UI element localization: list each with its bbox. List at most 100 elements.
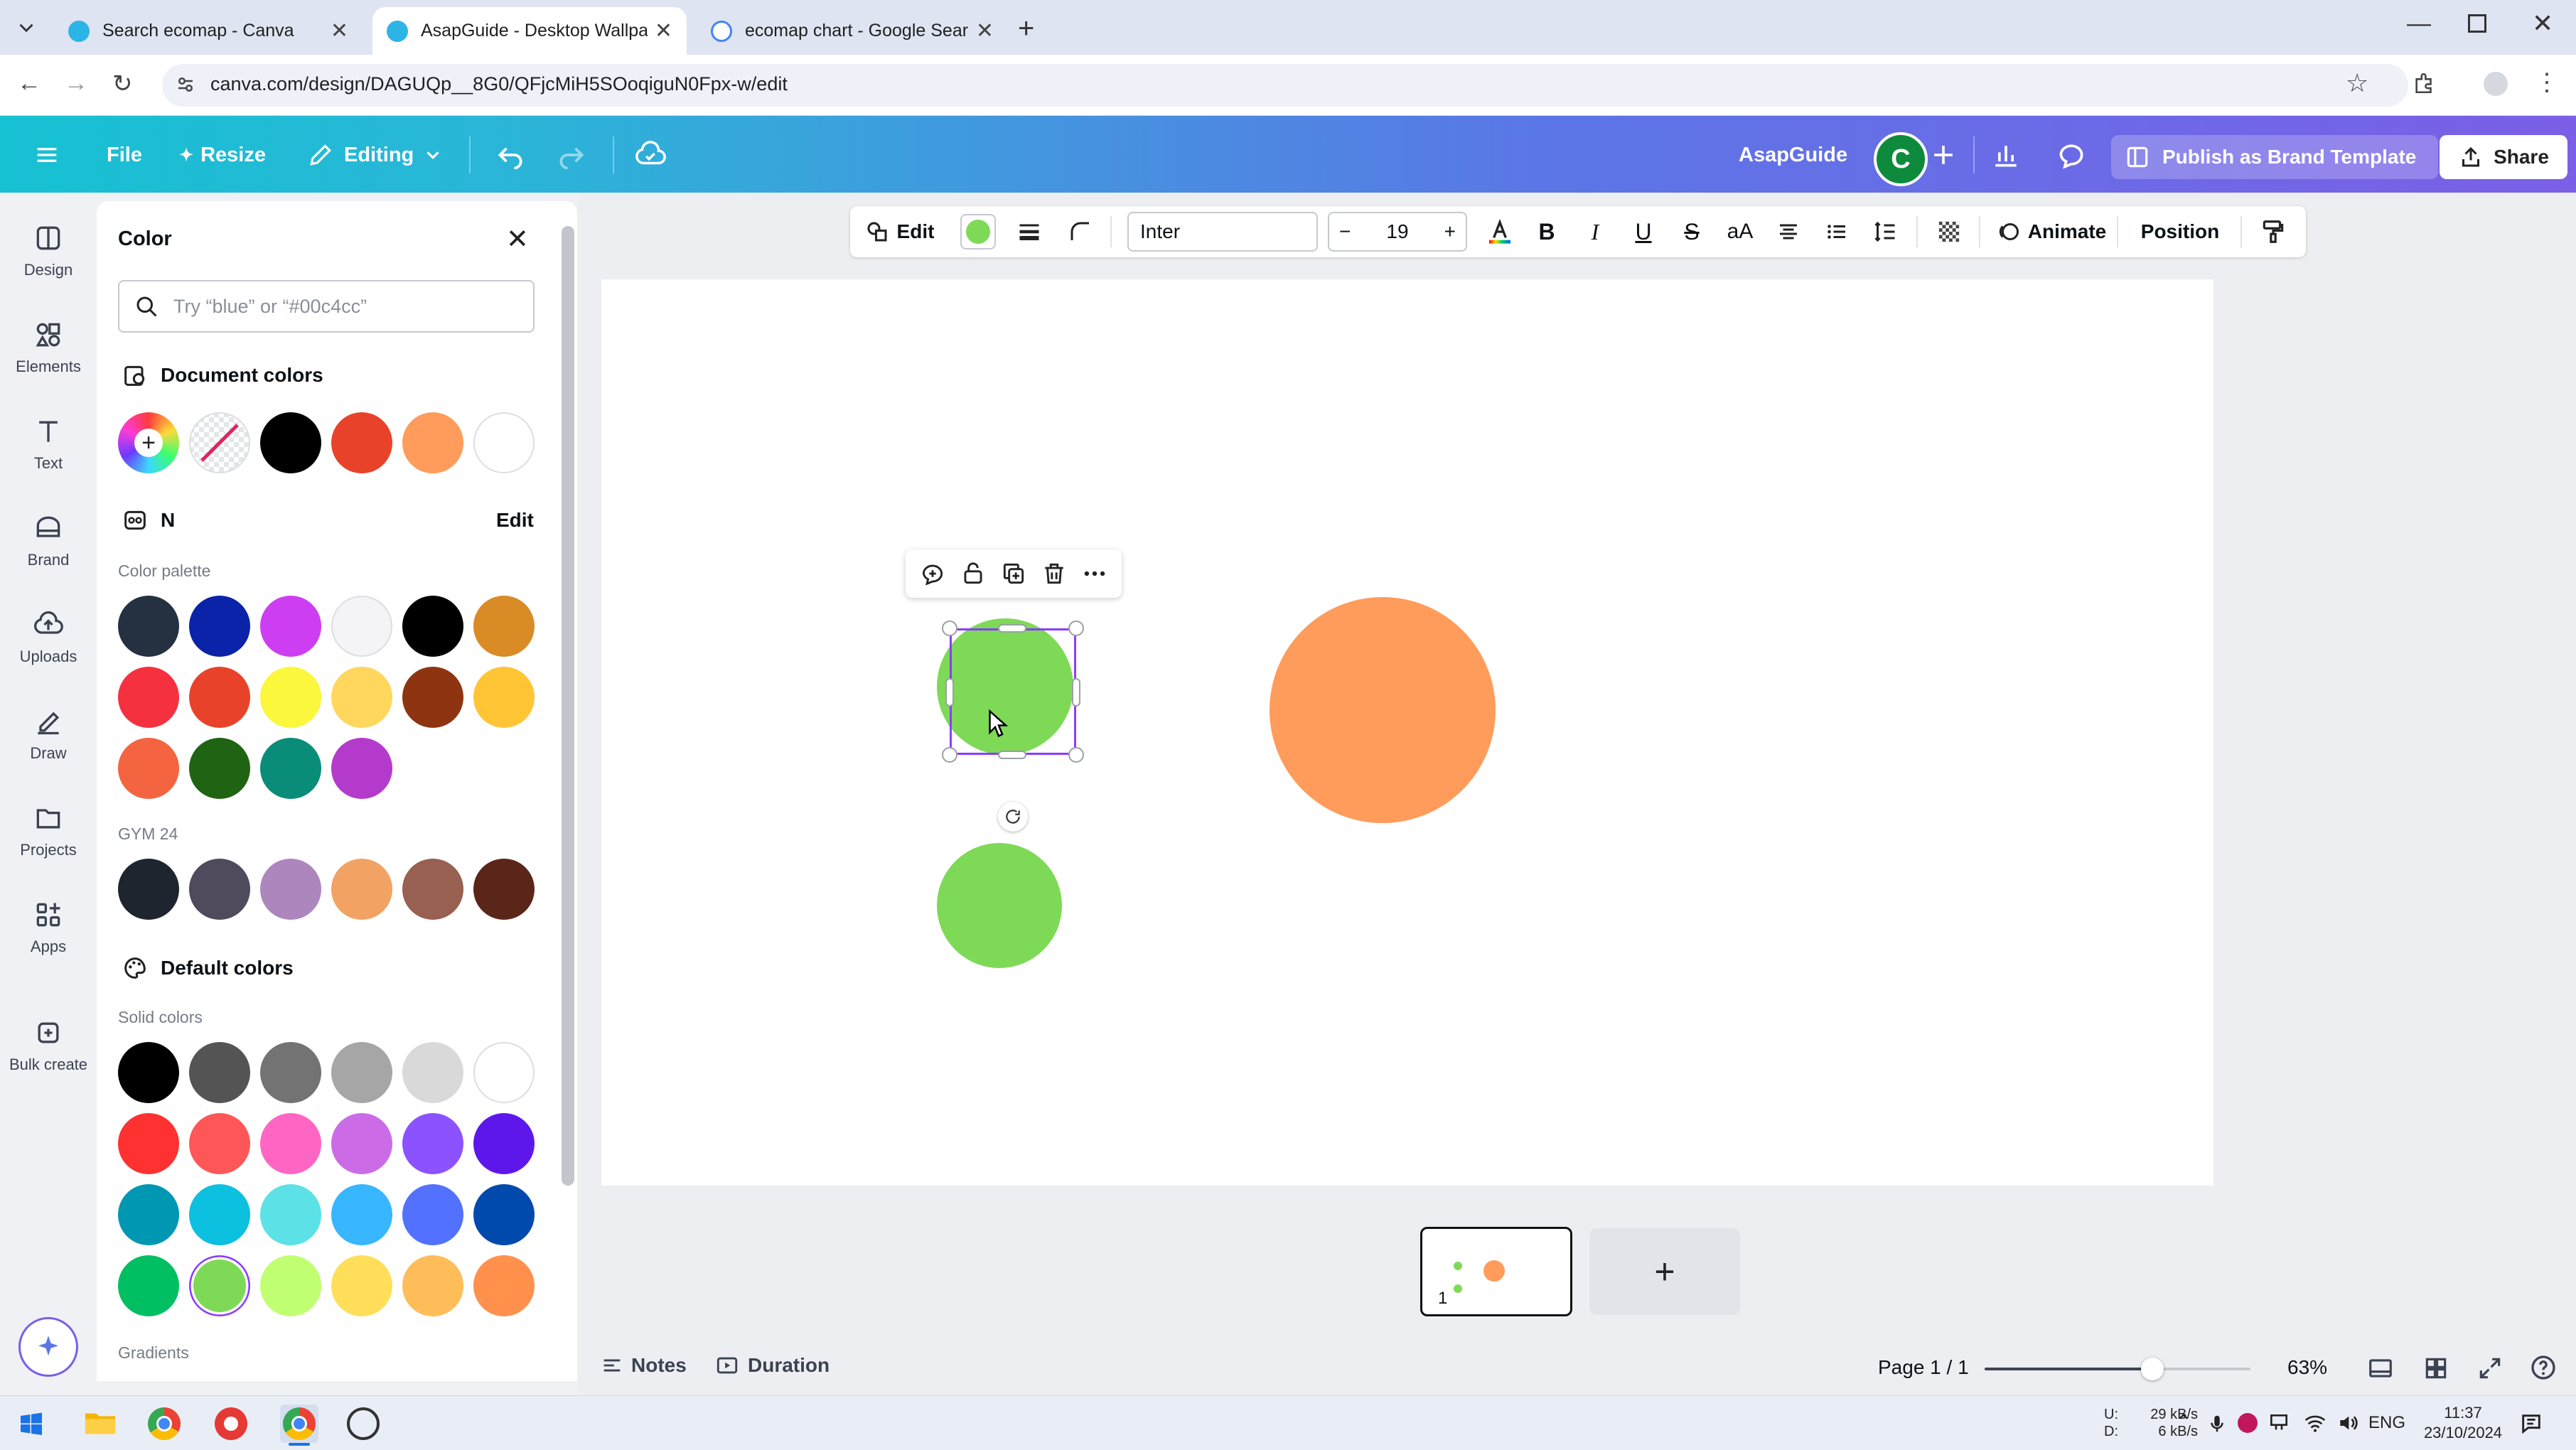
document-swatch-e8432a[interactable] — [331, 412, 392, 473]
underline-icon[interactable]: U — [1624, 206, 1663, 257]
palette-swatch-253041[interactable] — [118, 596, 179, 657]
animate-button[interactable]: Animate — [1990, 206, 2111, 257]
microphone-icon[interactable] — [2206, 1412, 2228, 1436]
palette-swatch-b43acc[interactable] — [331, 738, 392, 799]
active-chrome-window[interactable] — [280, 1405, 318, 1446]
browser-tab-1[interactable]: Search ecomap - Canva ✕ — [54, 7, 363, 55]
zoom-slider-track[interactable] — [1985, 1358, 2250, 1380]
resize-handle-bottom-right[interactable] — [1068, 747, 1084, 763]
browser-menu-icon[interactable]: ⋮ — [2535, 68, 2559, 97]
help-icon[interactable] — [2529, 1353, 2558, 1382]
tab-search-icon[interactable] — [14, 16, 38, 40]
solid-swatch-cb6ce6[interactable] — [331, 1113, 392, 1174]
gym-swatch-ad86be[interactable] — [260, 859, 321, 920]
user-avatar[interactable]: C — [1874, 132, 1928, 186]
extensions-icon[interactable] — [2413, 71, 2437, 95]
solid-swatch-0cc0df[interactable] — [189, 1184, 250, 1245]
brand-kit-edit-link[interactable]: Edit — [496, 509, 534, 532]
close-window-icon[interactable]: ✕ — [2532, 9, 2553, 38]
rail-item-elements[interactable]: Elements — [0, 319, 97, 376]
palette-swatch-8e3410[interactable] — [402, 667, 463, 728]
solid-swatch-a6a6a6[interactable] — [331, 1042, 392, 1103]
gym-swatch-976050[interactable] — [402, 859, 463, 920]
palette-swatch-ffd75c[interactable] — [331, 667, 392, 728]
orange-circle[interactable] — [1270, 597, 1496, 823]
solid-swatch-5ce1e6[interactable] — [260, 1184, 321, 1245]
obs-app-icon[interactable] — [347, 1407, 380, 1440]
reload-icon[interactable]: ↻ — [112, 70, 133, 98]
chrome-icon[interactable] — [148, 1407, 181, 1440]
gym-swatch-5a2619[interactable] — [473, 859, 535, 920]
bold-icon[interactable]: B — [1527, 206, 1567, 257]
green-circle[interactable] — [937, 843, 1062, 968]
gym-swatch-1e252e[interactable] — [118, 859, 179, 920]
palette-swatch-1f6412[interactable] — [189, 738, 250, 799]
team-name[interactable]: AsapGuide — [1739, 135, 1847, 175]
spacing-icon[interactable] — [1864, 206, 1906, 257]
rail-item-brand[interactable]: Brand — [0, 512, 97, 569]
edit-shape-button[interactable]: Edit — [860, 206, 938, 257]
notes-button[interactable]: Notes — [600, 1353, 687, 1378]
fill-color-button[interactable] — [957, 206, 999, 257]
display-tray-icon[interactable] — [2268, 1412, 2290, 1434]
resize-handle-bottom-left[interactable] — [942, 747, 957, 763]
rotate-handle-icon[interactable] — [998, 802, 1028, 832]
recorder-app-icon[interactable] — [215, 1407, 247, 1440]
editing-mode-dropdown[interactable]: Editing — [307, 135, 444, 175]
letter-case-icon[interactable]: aA — [1719, 206, 1761, 257]
main-menu-icon[interactable] — [33, 135, 61, 175]
resize-handle-top[interactable] — [998, 624, 1026, 633]
add-collaborator-icon[interactable] — [1928, 135, 1959, 175]
solid-swatch-5e17eb[interactable] — [473, 1113, 535, 1174]
resize-handle-top-left[interactable] — [942, 621, 957, 636]
clock[interactable]: 11:37 23/10/2024 — [2417, 1403, 2509, 1443]
position-button[interactable]: Position — [2127, 206, 2233, 257]
recording-tray-icon[interactable] — [2238, 1413, 2258, 1433]
page-view-icon[interactable] — [2367, 1355, 2394, 1382]
duplicate-icon[interactable] — [1000, 560, 1027, 587]
new-tab-icon[interactable]: + — [1018, 13, 1034, 45]
minimize-icon[interactable]: — — [2407, 10, 2431, 38]
panel-scroll-thumb[interactable] — [562, 226, 574, 1186]
close-tab-icon[interactable]: ✕ — [976, 18, 994, 43]
document-swatch-ffffff[interactable] — [473, 412, 535, 473]
page-thumbnail-1[interactable]: 1 — [1420, 1227, 1572, 1316]
palette-swatch-f4f4f6[interactable] — [331, 596, 392, 657]
palette-swatch-098c78[interactable] — [260, 738, 321, 799]
align-center-icon[interactable] — [1767, 206, 1810, 257]
copy-style-paint-roller-icon[interactable] — [2250, 206, 2296, 257]
rail-item-apps[interactable]: Apps — [0, 899, 97, 956]
solid-swatch-d9d9d9[interactable] — [402, 1042, 463, 1103]
zoom-slider-knob[interactable] — [2141, 1358, 2164, 1380]
document-swatch-ff9c5b[interactable] — [402, 412, 463, 473]
palette-swatch-f5303f[interactable] — [118, 667, 179, 728]
bullet-list-icon[interactable] — [1815, 206, 1858, 257]
page-indicator[interactable]: Page 1 / 1 — [1878, 1356, 1969, 1379]
solid-swatch-545454[interactable] — [189, 1042, 250, 1103]
solid-swatch-c1ff72[interactable] — [260, 1255, 321, 1316]
restore-icon[interactable] — [2468, 14, 2486, 33]
gym-swatch-4f4b5c[interactable] — [189, 859, 250, 920]
solid-swatch-ffbd59[interactable] — [402, 1255, 463, 1316]
solid-swatch-ff5757[interactable] — [189, 1113, 250, 1174]
font-size-increase[interactable]: + — [1444, 220, 1456, 243]
wifi-icon[interactable] — [2303, 1412, 2327, 1434]
delete-icon[interactable] — [1041, 560, 1068, 587]
strikethrough-icon[interactable]: S — [1672, 206, 1712, 257]
font-family-dropdown[interactable]: Inter — [1127, 212, 1318, 252]
close-panel-icon[interactable]: ✕ — [506, 223, 529, 255]
zoom-level[interactable]: 63% — [2287, 1356, 2327, 1379]
add-color-button[interactable]: + — [118, 412, 179, 473]
browser-tab-2-active[interactable]: AsapGuide - Desktop Wallpape ✕ — [372, 7, 687, 55]
windows-start-icon[interactable] — [18, 1412, 44, 1437]
palette-swatch-d98c26[interactable] — [473, 596, 535, 657]
solid-swatch-ffde59[interactable] — [331, 1255, 392, 1316]
browser-tab-3[interactable]: ecomap chart - Google Search ✕ — [697, 7, 1008, 55]
solid-swatch-00bf63[interactable] — [118, 1255, 179, 1316]
insights-chart-icon[interactable] — [1990, 135, 2022, 175]
solid-swatch-ff66c4[interactable] — [260, 1113, 321, 1174]
solid-swatch-ffffff[interactable] — [473, 1042, 535, 1103]
more-options-icon[interactable] — [1081, 560, 1108, 587]
add-page-button[interactable]: + — [1589, 1228, 1740, 1315]
file-menu[interactable]: File — [107, 135, 142, 175]
